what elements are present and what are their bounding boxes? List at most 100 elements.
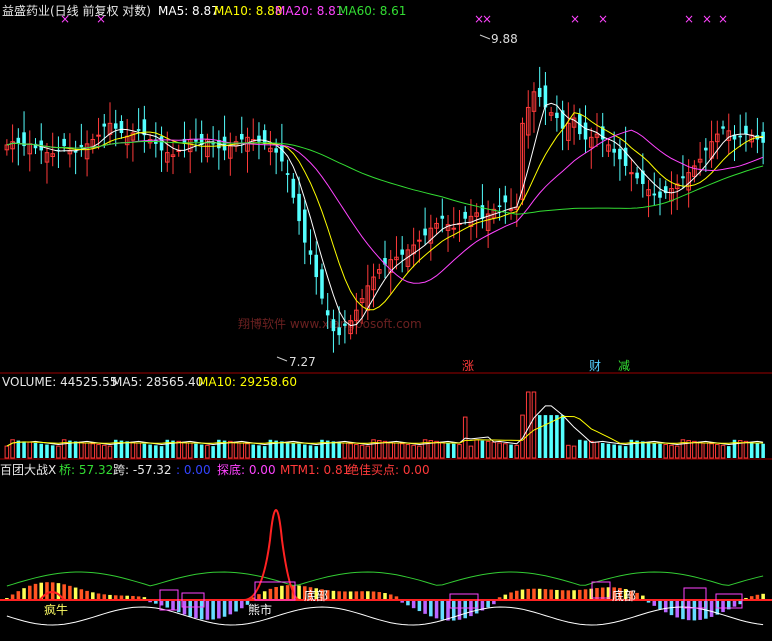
candle-body	[291, 178, 296, 198]
volume-bar	[176, 440, 182, 459]
volume-value: VOLUME: 44525.55	[2, 375, 117, 389]
volume-bar	[79, 441, 84, 459]
volume-bar	[720, 444, 726, 459]
indicator-bar	[383, 593, 387, 600]
volume-bar	[194, 443, 198, 458]
volume-bars	[4, 391, 765, 459]
indicator-bar	[457, 600, 462, 620]
indicator-bar	[463, 600, 467, 619]
candle-body	[497, 205, 502, 207]
volume-bar	[399, 443, 405, 459]
candle-body	[297, 193, 301, 222]
indicator-red-spike	[243, 509, 301, 601]
candle-body	[537, 87, 542, 97]
indicator-bar	[199, 600, 204, 620]
volume-bar	[354, 444, 359, 459]
indicator-bar	[486, 600, 490, 608]
candle-body	[555, 112, 559, 119]
indicator-bar	[429, 600, 433, 617]
indicator-bar	[532, 588, 536, 600]
candle-body	[508, 208, 514, 211]
candle-body	[62, 138, 66, 147]
volume-bar	[308, 445, 313, 458]
indicator-bar	[721, 600, 725, 613]
candle-body	[79, 144, 84, 148]
volume-bar	[245, 443, 250, 459]
volume-bar	[749, 442, 754, 458]
volume-bar	[199, 444, 204, 458]
volume-bar	[337, 442, 341, 458]
volume-bar	[101, 444, 107, 459]
label-dibu-2: 底部	[612, 588, 636, 603]
indicator-bar	[698, 600, 702, 620]
volume-bar	[674, 445, 680, 459]
volume-bar	[531, 391, 537, 459]
indicator-bar	[79, 589, 84, 600]
volume-bar	[588, 440, 594, 459]
indicator-lines	[0, 509, 772, 626]
candle-body	[96, 134, 101, 137]
indicator-bar	[194, 600, 198, 619]
indicator-mtm1: MTM1: 0.81	[280, 463, 350, 477]
indicator-bar	[520, 589, 525, 600]
indicator-bar	[343, 591, 347, 600]
indicator-bar	[417, 600, 422, 612]
volume-bar	[697, 441, 703, 459]
indicator-bar	[686, 600, 691, 621]
indicator-kua: 跨: -57.32	[113, 463, 172, 477]
main-header: 益盛药业(日线 前复权 对数) MA5: 8.87 MA10: 8.88 MA2…	[2, 3, 406, 18]
candle-body	[331, 319, 336, 332]
volume-bar	[571, 445, 577, 459]
indicator-bar	[22, 588, 26, 600]
indicator-bar	[222, 600, 227, 617]
volume-bar	[658, 443, 662, 458]
volume-bar	[251, 444, 256, 458]
candle-body	[721, 126, 725, 129]
signal-marker: ×	[482, 12, 492, 26]
volume-bar	[388, 441, 394, 459]
indicator-bar	[555, 589, 559, 600]
indicator-bar	[434, 600, 439, 619]
candle-body	[440, 215, 445, 219]
indicator-bar	[217, 600, 221, 619]
volume-bar	[359, 444, 365, 459]
indicator-bar	[205, 600, 210, 620]
candle-body	[102, 123, 107, 127]
volume-bar	[285, 442, 290, 458]
indicator-bar	[709, 600, 714, 617]
volume-ma5: MA5: 28565.40	[112, 375, 203, 389]
volume-bar	[45, 444, 49, 458]
volume-bar	[623, 446, 628, 458]
indicator-bar	[188, 600, 192, 617]
indicator-bar	[337, 591, 341, 600]
indicator-bar	[16, 591, 21, 600]
volume-bar	[755, 442, 760, 458]
low-annotation: 7.27	[276, 355, 316, 369]
candle-body	[257, 135, 261, 142]
volume-bar	[457, 444, 462, 459]
volume-bar	[646, 442, 651, 458]
candle-body	[423, 228, 427, 236]
volume-bar	[280, 441, 284, 458]
indicator-bar	[583, 589, 588, 600]
indicator-bar	[211, 600, 215, 620]
volume-bar	[239, 442, 245, 459]
volume-ma5-line	[6, 405, 764, 447]
indicator-bar	[537, 588, 542, 600]
volume-bar	[606, 443, 611, 458]
indicator-bar	[440, 600, 445, 620]
indicator-bar	[280, 585, 284, 600]
volume-bar	[125, 441, 129, 458]
volume-bar	[462, 416, 468, 459]
signal-marker: ×	[570, 12, 580, 26]
indicator-bar	[354, 591, 359, 600]
volume-bar	[96, 444, 101, 459]
candle-body	[320, 269, 324, 299]
high-label: 9.88	[491, 32, 518, 46]
indicator-bar	[274, 587, 278, 600]
indicator-bar	[85, 590, 89, 600]
candle-body	[417, 239, 422, 242]
volume-bar	[22, 441, 26, 458]
candle-body	[119, 120, 124, 134]
label-xiongshi: 熊市	[248, 602, 272, 617]
